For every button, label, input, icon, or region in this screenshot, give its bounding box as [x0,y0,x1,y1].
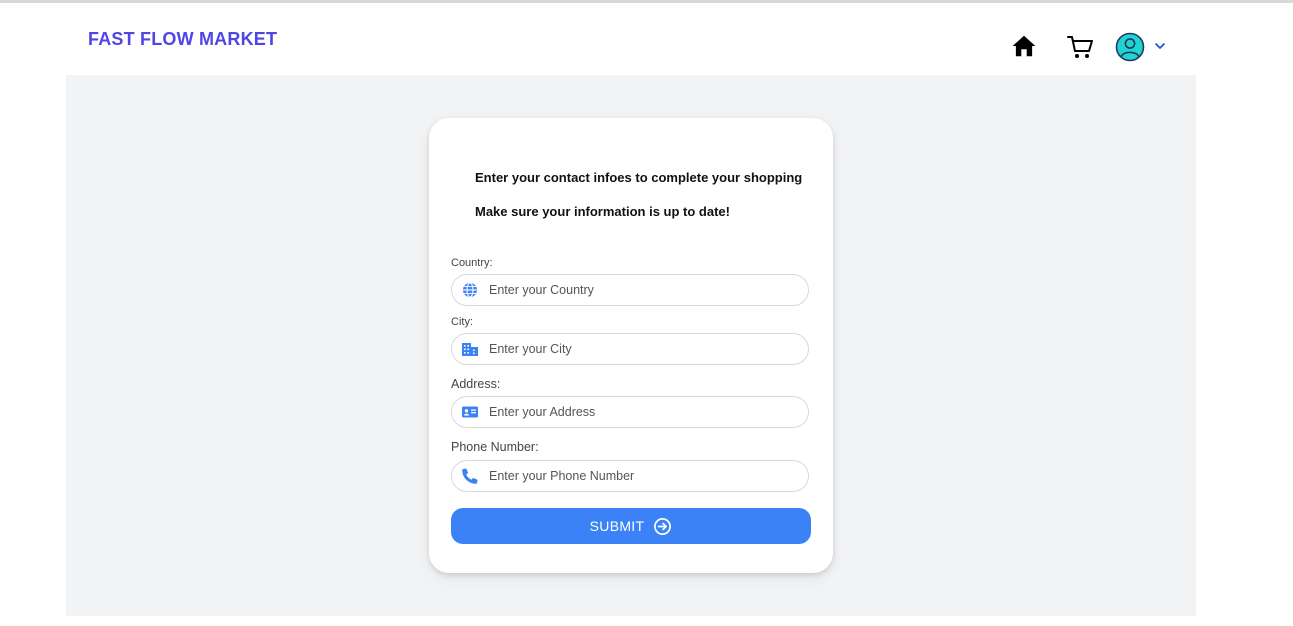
address-label: Address: [451,377,501,391]
globe-icon [463,282,477,298]
submit-label: SUBMIT [589,518,645,534]
city-label: City: [451,316,473,328]
country-label: Country: [451,257,493,269]
address-input[interactable] [489,398,808,426]
arrow-circle-right-icon [654,517,672,535]
city-field[interactable] [451,333,809,365]
phone-label: Phone Number: [451,440,539,454]
submit-button[interactable]: SUBMIT [451,508,811,544]
contact-form-card: Enter your contact infoes to complete yo… [429,118,833,573]
cart-icon[interactable] [1066,33,1094,61]
home-icon[interactable] [1011,33,1037,59]
country-field[interactable] [451,274,809,306]
phone-input[interactable] [489,462,808,490]
phone-field[interactable] [451,460,809,492]
user-avatar-icon[interactable] [1115,32,1145,62]
address-field[interactable] [451,396,809,428]
brand-logo[interactable]: FAST FLOW MARKET [88,29,277,50]
form-subheading: Make sure your information is up to date… [475,204,730,219]
city-icon [462,343,478,356]
top-border [0,0,1293,3]
city-input[interactable] [489,335,808,363]
address-card-icon [462,406,478,418]
phone-icon [462,468,478,484]
chevron-down-icon[interactable] [1153,39,1167,53]
form-heading: Enter your contact infoes to complete yo… [475,170,803,185]
country-input[interactable] [489,276,808,304]
